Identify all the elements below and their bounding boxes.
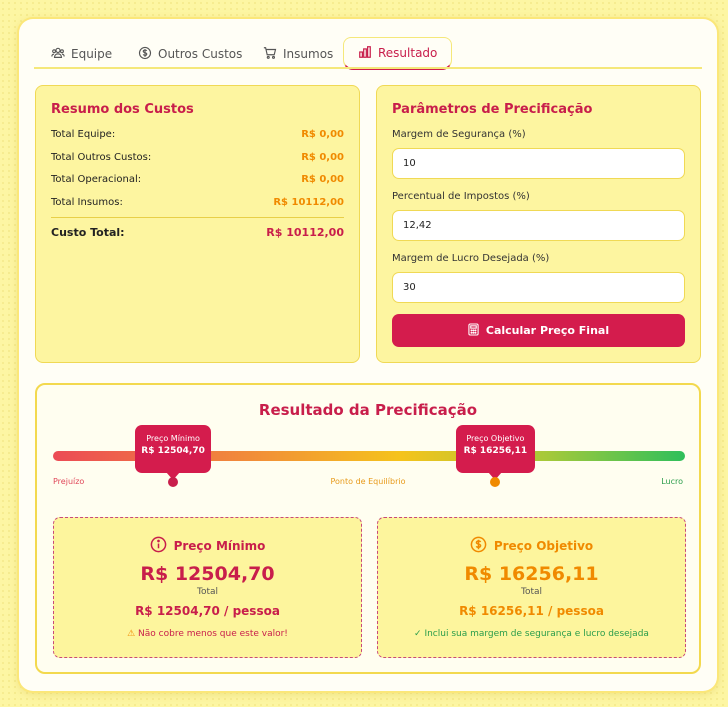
summary-label: Total Outros Custos: bbox=[51, 152, 152, 163]
users-icon bbox=[51, 46, 65, 63]
scale-breakeven-label: Ponto de Equilíbrio bbox=[330, 477, 406, 486]
pricing-card: Equipe Outros Custos Insumos Resultado R… bbox=[19, 19, 717, 691]
dollar-circle-icon bbox=[470, 536, 487, 556]
safety-margin-label: Margem de Segurança (%) bbox=[392, 129, 526, 140]
tax-percent-label: Percentual de Impostos (%) bbox=[392, 191, 530, 202]
calculator-icon bbox=[468, 322, 479, 339]
safety-margin-input[interactable] bbox=[392, 148, 685, 179]
tab-label: Insumos bbox=[283, 47, 334, 61]
min-price-value: R$ 12504,70 bbox=[140, 563, 275, 585]
target-price-bubble-label: Preço Objetivo bbox=[466, 434, 525, 443]
summary-divider bbox=[51, 217, 344, 218]
profit-margin-label: Margem de Lucro Desejada (%) bbox=[392, 253, 550, 264]
target-price-bubble-value: R$ 16256,11 bbox=[463, 446, 528, 456]
summary-total-row: Custo Total: R$ 10112,00 bbox=[51, 226, 344, 239]
min-price-note-text: Não cobre menos que este valor! bbox=[138, 629, 288, 639]
calculate-price-button[interactable]: Calcular Preço Final bbox=[392, 314, 685, 347]
min-price-bubble-value: R$ 12504,70 bbox=[141, 446, 205, 456]
tab-label: Outros Custos bbox=[158, 47, 243, 61]
min-price-card: Preço Mínimo R$ 12504,70 Total R$ 12504,… bbox=[53, 517, 362, 658]
target-price-bubble: Preço Objetivo R$ 16256,11 bbox=[455, 425, 535, 480]
tab-insumos[interactable]: Insumos bbox=[263, 39, 333, 69]
tab-bar: Equipe Outros Custos Insumos Resultado bbox=[19, 19, 717, 70]
summary-label: Total Equipe: bbox=[51, 129, 116, 140]
min-price-per-person: R$ 12504,70 / pessoa bbox=[135, 604, 280, 618]
target-price-caption: Total bbox=[520, 587, 543, 597]
cart-icon bbox=[263, 46, 277, 63]
pricing-params-panel: Parâmetros de Precificação Margem de Seg… bbox=[376, 85, 701, 363]
target-price-note: ✓ Inclui sua margem de segurança e lucro… bbox=[414, 629, 649, 639]
tab-outros-custos[interactable]: Outros Custos bbox=[138, 39, 242, 69]
tab-divider bbox=[34, 67, 702, 69]
info-icon bbox=[150, 536, 167, 556]
summary-row: Total Insumos: R$ 10112,00 bbox=[51, 197, 344, 208]
cost-summary-panel: Resumo dos Custos Total Equipe: R$ 0,00 … bbox=[35, 85, 360, 363]
min-price-card-title: Preço Mínimo bbox=[173, 539, 266, 553]
tax-percent-input[interactable] bbox=[392, 210, 685, 241]
warning-icon: ⚠ bbox=[127, 629, 136, 639]
target-price-per-person: R$ 16256,11 / pessoa bbox=[459, 604, 604, 618]
target-price-card: Preço Objetivo R$ 16256,11 Total R$ 1625… bbox=[377, 517, 686, 658]
target-price-card-title: Preço Objetivo bbox=[493, 539, 594, 553]
tab-label: Equipe bbox=[71, 47, 113, 61]
tab-label: Resultado bbox=[378, 46, 438, 60]
summary-row: Total Equipe: R$ 0,00 bbox=[51, 129, 344, 140]
summary-label: Total Insumos: bbox=[51, 197, 123, 208]
dollar-circle-icon bbox=[138, 46, 152, 63]
min-price-note: ⚠ Não cobre menos que este valor! bbox=[54, 629, 361, 639]
summary-label: Total Operacional: bbox=[51, 174, 142, 185]
tab-resultado[interactable]: Resultado bbox=[343, 37, 453, 70]
min-price-caption: Total bbox=[196, 587, 219, 597]
summary-row: Total Operacional: R$ 0,00 bbox=[51, 174, 344, 185]
scale-profit-label: Lucro bbox=[661, 477, 683, 486]
profit-margin-input[interactable] bbox=[392, 272, 685, 303]
tab-equipe[interactable]: Equipe bbox=[51, 39, 112, 69]
result-title: Resultado da Precificação bbox=[258, 401, 478, 419]
min-price-bubble-label: Preço Mínimo bbox=[146, 434, 200, 443]
summary-value: R$ 0,00 bbox=[301, 129, 344, 140]
target-price-card-header: Preço Objetivo bbox=[378, 536, 685, 556]
total-label: Custo Total: bbox=[51, 226, 125, 239]
pricing-result-panel: Resultado da Precificação Prejuízo Ponto… bbox=[35, 383, 701, 674]
bar-chart-icon bbox=[358, 45, 372, 62]
total-value: R$ 10112,00 bbox=[266, 226, 344, 239]
cost-summary-title: Resumo dos Custos bbox=[51, 102, 194, 117]
target-price-value: R$ 16256,11 bbox=[464, 563, 599, 585]
summary-row: Total Outros Custos: R$ 0,00 bbox=[51, 152, 344, 163]
min-price-card-header: Preço Mínimo bbox=[54, 536, 361, 556]
params-title: Parâmetros de Precificação bbox=[392, 102, 593, 117]
calculate-price-label: Calcular Preço Final bbox=[485, 324, 610, 337]
summary-value: R$ 0,00 bbox=[301, 152, 344, 163]
summary-value: R$ 10112,00 bbox=[273, 197, 344, 208]
summary-value: R$ 0,00 bbox=[301, 174, 344, 185]
min-price-bubble: Preço Mínimo R$ 12504,70 bbox=[135, 425, 212, 480]
